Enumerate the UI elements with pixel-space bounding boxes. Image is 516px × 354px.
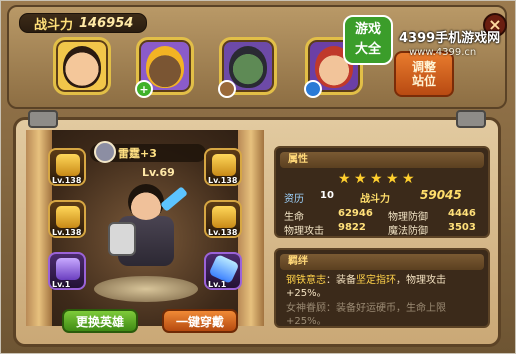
equip-level: Lv.138 [208,228,238,237]
equip-slot-boots[interactable]: Lv.138 [204,200,242,238]
watermark-logo-line2: 大全 [354,42,381,57]
equip-slot-gem[interactable]: Lv.1 [204,252,242,290]
equip-level: Lv.138 [208,176,238,185]
tree-creature-portrait-icon [146,46,184,88]
gold-armor-icon [56,206,80,228]
bond-1-pre: ：装备 [326,275,356,286]
star-icon: ★ [402,171,415,187]
orc-portrait-icon [229,46,267,88]
equip-all-button[interactable]: 一键穿戴 [162,309,238,333]
hero-sword-icon [160,186,188,212]
star-icon: ★ [354,171,367,187]
patk-value: 9822 [338,222,366,233]
pdef-value: 4446 [448,208,476,219]
bonds-panel: 羁绊 钢铁意志：装备坚定指环，物理攻击+25%。 女神眷顾：装备好运硬币，生命上… [274,248,490,328]
hero-shield-icon [108,222,136,256]
combat-power-value: 59045 [420,188,462,202]
equip-level: Lv.138 [52,176,82,185]
attributes-title: 属性 [280,152,484,168]
bonds-title: 羁绊 [280,254,484,270]
hero-model[interactable] [108,184,188,294]
equip-level: Lv.138 [52,228,82,237]
team-power-value: 146954 [79,15,134,31]
shield-rank-icon [94,141,116,163]
watermark-url: www.4399.cn [409,47,477,58]
bond-1-name: 钢铁意志 [286,275,326,286]
equip-level: Lv.1 [208,280,227,289]
equip-slot-helmet[interactable]: Lv.138 [204,148,242,186]
gold-boots-icon [212,206,236,228]
game-screen: 战斗力 146954 + 调整 站位 × 游戏 大全 4399手机游戏网 www… [0,0,516,354]
qualification-label: 资历 [284,194,304,205]
hero-detail-panel: 雷霆+3 Lv.69 Lv.138 Lv.138 Lv.138 Lv.138 L… [13,110,501,347]
team-power-label: 战斗力 [34,17,74,33]
combat-power-label: 战斗力 [360,194,390,205]
mdef-value: 3503 [448,222,476,233]
bond-1-item: 坚定指环 [356,275,396,286]
watermark-logo: 游戏 大全 [343,15,393,65]
purple-ring-icon [56,258,80,280]
pdef-label: 物理防御 [388,212,428,223]
class-badge-icon [304,80,322,98]
equip-level: Lv.1 [52,280,71,289]
adjust-label-line1: 调整 [411,60,436,74]
hero-portrait-icon [63,46,101,88]
bond-1: 钢铁意志：装备坚定指环，物理攻击+25%。 [286,274,486,300]
bond-2-name: 女神眷顾 [286,303,326,314]
hero-level: Lv.69 [142,166,175,179]
hero-stage: 雷霆+3 Lv.69 Lv.138 Lv.138 Lv.138 Lv.138 L… [26,130,264,326]
class-badge-icon [218,80,236,98]
hp-label: 生命 [284,212,304,223]
mdef-label: 魔法防御 [388,226,428,237]
plus-badge-icon: + [135,80,153,98]
qualification-value: 10 [320,190,334,201]
team-hero-1[interactable] [53,37,111,95]
stat-row: 生命 62946 物理防御 4446 [276,208,488,223]
star-icon: ★ [370,171,383,187]
hp-value: 62946 [338,208,373,219]
team-power: 战斗力 146954 [19,13,147,33]
gold-weapon-icon [56,154,80,176]
watermark-logo-line1: 游戏 [354,22,381,37]
switch-hero-button[interactable]: 更换英雄 [62,309,138,333]
equip-slot-ring[interactable]: Lv.1 [48,252,86,290]
star-icon: ★ [338,171,351,187]
team-hero-3[interactable] [218,37,277,98]
bond-2: 女神眷顾：装备好运硬币，生命上限+25%。 [286,302,486,328]
star-rating: ★ ★ ★ ★ ★ [338,172,416,186]
attributes-panel: 属性 ★ ★ ★ ★ ★ 资历 10 战斗力 59045 生命 62946 物理… [274,146,490,238]
watermark-site-name: 4399手机游戏网 [399,31,501,46]
stat-row: 物理攻击 9822 魔法防御 3503 [276,222,488,237]
gold-helmet-icon [212,154,236,176]
patk-label: 物理攻击 [284,226,324,237]
hero-head [128,184,164,220]
equip-slot-armor[interactable]: Lv.138 [48,200,86,238]
star-icon: ★ [386,171,399,187]
team-hero-2[interactable]: + [135,37,194,98]
equip-slot-weapon[interactable]: Lv.138 [48,148,86,186]
team-bar: 战斗力 146954 + 调整 站位 × 游戏 大全 4399手机游戏网 www… [7,5,507,109]
adjust-label-line2: 站位 [411,74,436,88]
qualification-row: 资历 10 战斗力 59045 [276,188,488,205]
